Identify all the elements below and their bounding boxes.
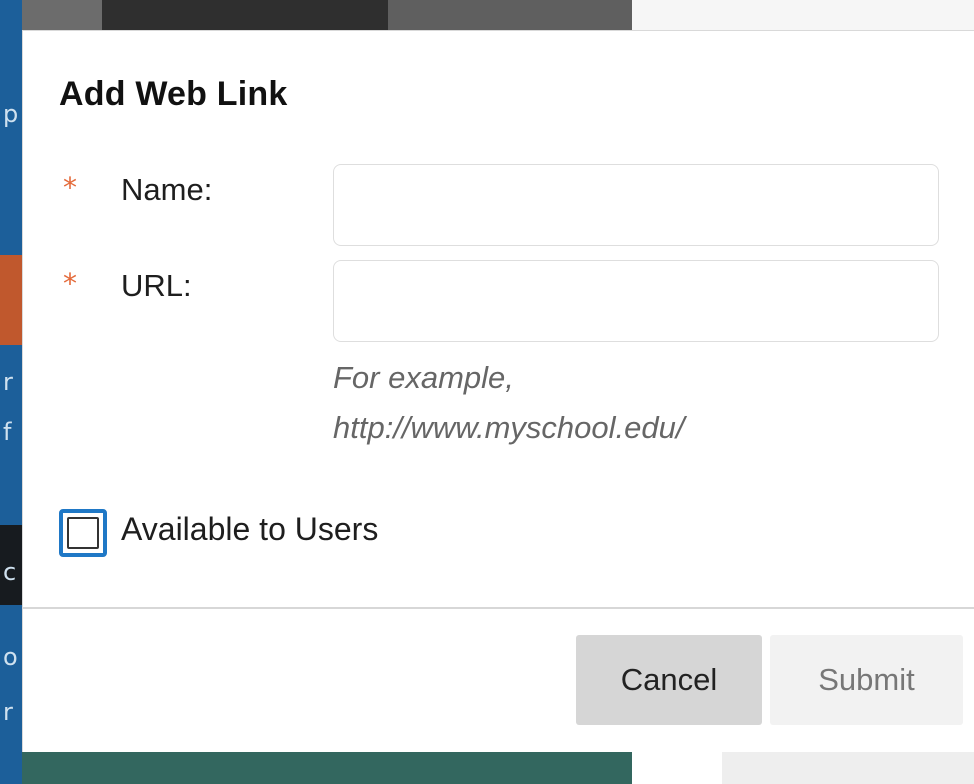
- footer-divider: [23, 607, 974, 609]
- background-top-tab: [388, 0, 632, 30]
- background-glyph: c: [3, 558, 17, 586]
- name-input[interactable]: [333, 164, 939, 246]
- submit-button[interactable]: Submit: [770, 635, 963, 725]
- background-bottom-bar: [22, 752, 632, 784]
- background-top-area: [632, 0, 974, 30]
- dialog-title: Add Web Link: [59, 75, 288, 113]
- background-glyph: o: [3, 643, 18, 671]
- available-to-users-label[interactable]: Available to Users: [121, 511, 378, 548]
- background-glyph: r: [3, 368, 13, 396]
- background-glyph: p: [3, 100, 19, 128]
- background-left-accent: [0, 255, 22, 345]
- url-input[interactable]: [333, 260, 939, 342]
- add-web-link-dialog: Add Web Link * Name: * URL: For example,…: [22, 30, 974, 752]
- background-bottom-area: [632, 752, 722, 784]
- background-glyph: r: [3, 698, 13, 726]
- name-label: Name:: [121, 172, 213, 207]
- required-marker: *: [63, 267, 77, 300]
- available-to-users-checkbox[interactable]: [59, 509, 107, 557]
- url-hint: For example, http://www.myschool.edu/: [333, 353, 893, 453]
- required-marker: *: [63, 171, 77, 204]
- checkbox-box: [67, 517, 99, 549]
- url-label: URL:: [121, 268, 192, 303]
- background-glyph: f: [3, 418, 12, 446]
- background-bottom-area: [722, 752, 974, 784]
- background-top-tab: [22, 0, 102, 30]
- url-hint-line-1: For example,: [333, 360, 514, 395]
- cancel-button[interactable]: Cancel: [576, 635, 762, 725]
- background-top-tab: [102, 0, 388, 30]
- url-hint-line-2: http://www.myschool.edu/: [333, 410, 685, 445]
